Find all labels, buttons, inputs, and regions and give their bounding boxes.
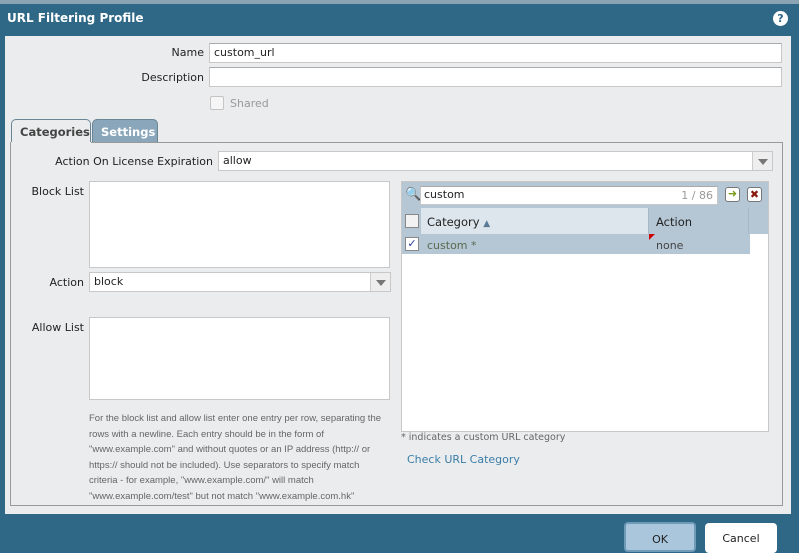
column-header-category[interactable]: Category ▲	[421, 208, 649, 234]
shared-label: Shared	[230, 97, 269, 110]
category-header-label: Category	[427, 215, 480, 229]
name-input[interactable]: custom_url	[209, 43, 782, 63]
chevron-down-icon[interactable]	[370, 273, 390, 291]
modified-marker	[649, 234, 655, 240]
row-checkbox[interactable]: ✓	[405, 237, 419, 251]
license-expiration-value: allow	[223, 154, 252, 167]
description-input[interactable]	[209, 67, 782, 87]
shared-checkbox[interactable]	[210, 96, 224, 110]
dialog-title: URL Filtering Profile	[7, 11, 144, 25]
search-count: 1 / 86	[681, 189, 713, 202]
row-category: custom *	[427, 239, 477, 252]
allow-list-textarea[interactable]	[89, 317, 390, 400]
search-icon: 🔍	[405, 187, 422, 202]
ok-button[interactable]: OK	[624, 522, 696, 552]
close-icon[interactable]: ✖	[747, 187, 762, 202]
column-header-action[interactable]: Action	[650, 208, 749, 234]
tab-join	[11, 142, 91, 144]
select-all-checkbox[interactable]	[405, 214, 419, 228]
cancel-button[interactable]: Cancel	[705, 523, 777, 553]
custom-footnote: * indicates a custom URL category	[401, 432, 566, 443]
description-label: Description	[141, 71, 204, 84]
arrow-right-icon[interactable]: ➜	[725, 187, 740, 202]
block-list-label: Block List	[31, 185, 84, 198]
window-top-edge	[0, 0, 799, 4]
sort-asc-icon: ▲	[483, 219, 491, 229]
tab-categories[interactable]: Categories	[11, 119, 91, 144]
row-action[interactable]: none	[656, 239, 683, 252]
search-value: custom	[424, 188, 465, 201]
tab-settings[interactable]: Settings	[92, 119, 158, 143]
search-input[interactable]: custom 1 / 86	[420, 186, 718, 205]
license-expiration-select[interactable]: allow	[218, 151, 773, 171]
action-select[interactable]: block	[89, 272, 391, 292]
action-value: block	[94, 275, 124, 288]
block-list-textarea[interactable]	[89, 181, 390, 268]
allow-list-label: Allow List	[31, 321, 84, 334]
question-icon[interactable]: ?	[773, 11, 788, 26]
action-label: Action	[49, 276, 84, 289]
check-url-category-link[interactable]: Check URL Category	[407, 453, 520, 466]
chevron-down-icon[interactable]	[752, 152, 772, 170]
license-expiration-label: Action On License Expiration	[55, 155, 213, 168]
list-help-text: For the block list and allow list enter …	[89, 413, 382, 502]
name-label: Name	[171, 46, 204, 59]
